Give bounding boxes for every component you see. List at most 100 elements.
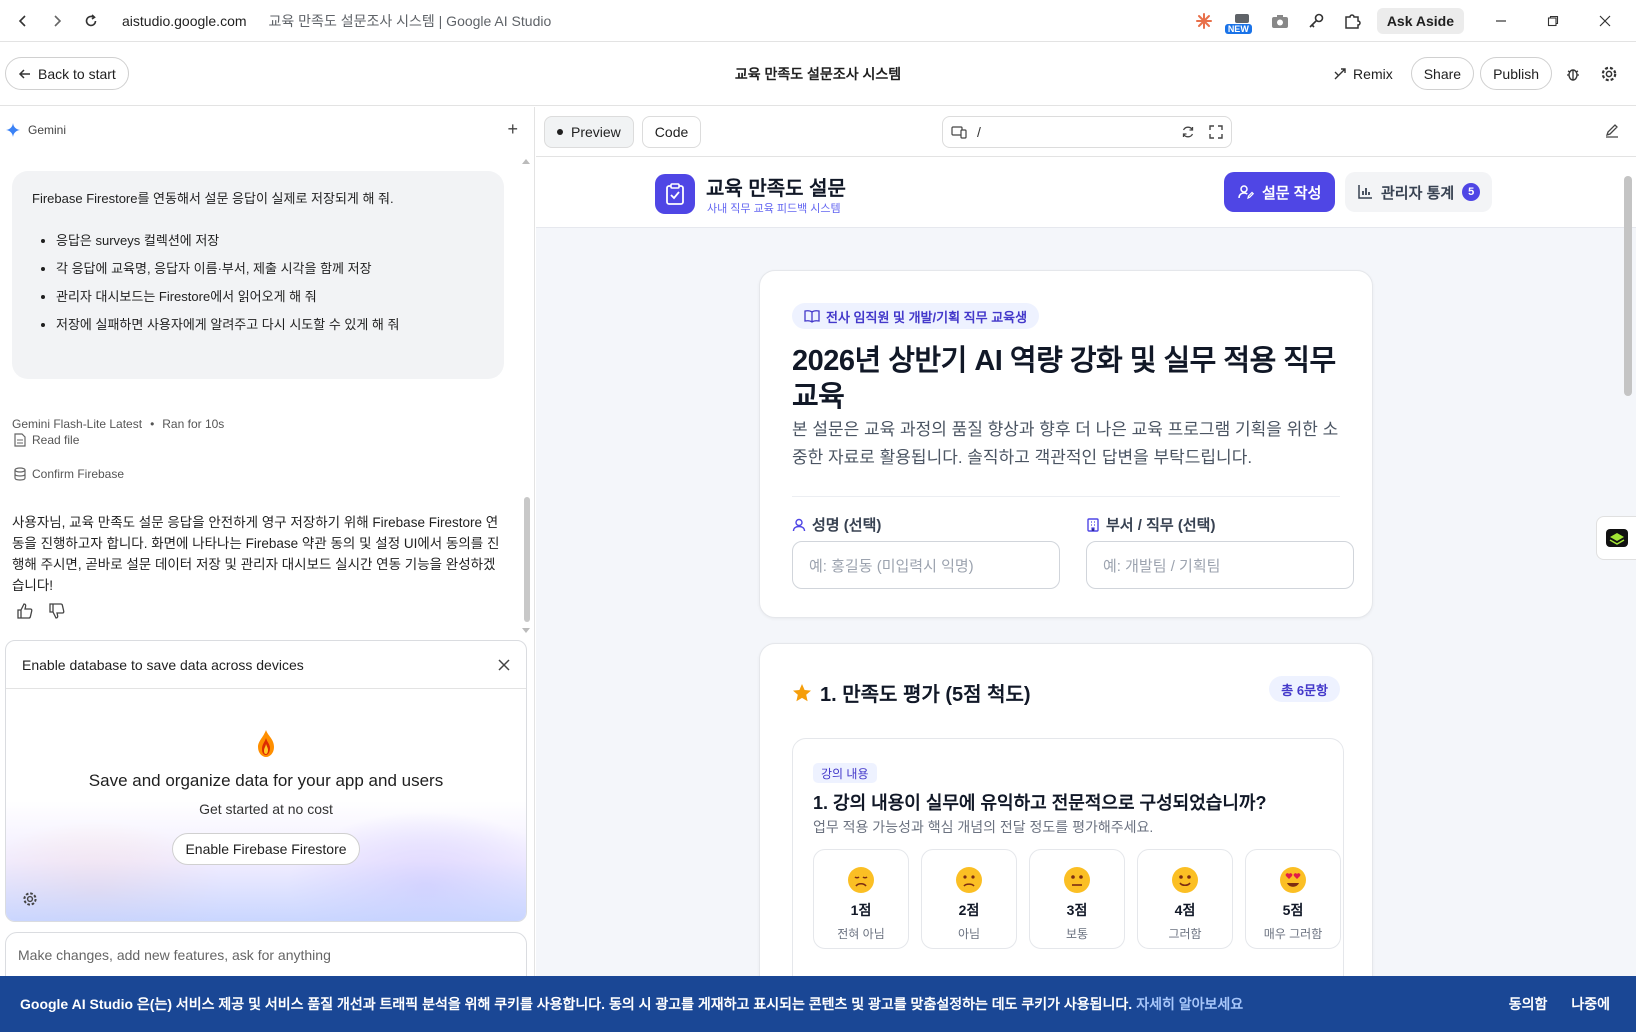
clipboard-check-icon: [655, 174, 695, 214]
rating-option-1[interactable]: 1점 전혀 아님: [813, 849, 909, 949]
rating-options: 1점 전혀 아님 2점 아님 3점 보통 4점 그러함 5점 매우 그러함: [813, 849, 1341, 949]
cookie-consent-banner: Google AI Studio 은(는) 서비스 제공 및 서비스 품질 개선…: [0, 976, 1636, 1032]
site-header: 교육 만족도 설문 사내 직무 교육 피드백 시스템 설문 작성 관리자 통계 …: [536, 158, 1636, 228]
refresh-icon[interactable]: [1181, 125, 1195, 139]
question-count-badge: 총 6문항: [1269, 676, 1340, 702]
tab-code[interactable]: Code: [641, 115, 702, 148]
app-preview-frame: 교육 만족도 설문 사내 직무 교육 피드백 시스템 설문 작성 관리자 통계 …: [536, 158, 1636, 1032]
reload-icon[interactable]: [76, 6, 106, 36]
new-chat-plus-icon[interactable]: +: [507, 119, 518, 140]
user-icon: [792, 518, 806, 531]
site-title: 교육 만족도 설문: [706, 178, 846, 200]
active-dot: [557, 128, 563, 135]
remix-button[interactable]: Remix: [1321, 66, 1405, 82]
address-bar-url[interactable]: aistudio.google.com: [122, 13, 247, 29]
question-title: 1. 강의 내용이 실무에 유익하고 전문적으로 구성되었습니까?: [813, 793, 1267, 813]
preview-url-bar[interactable]: /: [942, 116, 1232, 148]
course-description: 본 설문은 교육 과정의 품질 향상과 향후 더 나은 교육 프로그램 기획을 …: [792, 420, 1339, 467]
run-separator: •: [150, 417, 155, 431]
name-field-label: 성명 (선택): [792, 514, 881, 535]
rating-score: 2점: [958, 902, 980, 918]
firebase-flame-icon: [254, 729, 278, 759]
cookie-accept-button[interactable]: 동의함: [1509, 994, 1548, 1014]
puzzle-extension-icon[interactable]: [1337, 6, 1367, 36]
book-open-icon: [804, 310, 820, 323]
building-icon: [1087, 517, 1099, 532]
user-edit-icon: [1238, 185, 1254, 200]
rating-label: 전혀 아님: [837, 927, 885, 941]
star-icon: [793, 683, 811, 701]
preview-toolbar: Preview Code /: [536, 107, 1636, 157]
course-title: 2026년 상반기 AI 역량 강화 및 실무 적용 직무 교육: [792, 345, 1336, 413]
section-title-text: 1. 만족도 평가 (5점 척도): [820, 684, 1031, 706]
dept-field-label-text: 부서 / 직무 (선택): [1106, 517, 1216, 534]
bug-icon[interactable]: [1558, 59, 1588, 89]
rating-option-4[interactable]: 4점 그러함: [1137, 849, 1233, 949]
user-message-intro: Firebase Firestore를 연동해서 설문 응답이 실제로 저장되게…: [32, 191, 394, 206]
nav-admin-stats-button[interactable]: 관리자 통계 5: [1345, 172, 1493, 212]
ask-aside-button[interactable]: Ask Aside: [1376, 7, 1464, 34]
annotate-pencil-icon[interactable]: [1604, 122, 1620, 138]
forward-arrow-icon[interactable]: [42, 6, 72, 36]
rating-label: 그러함: [1168, 927, 1202, 941]
question-hint: 업무 적용 가능성과 핵심 개념의 전달 정도를 평가해주세요.: [813, 819, 1154, 835]
tab-preview[interactable]: Preview: [544, 115, 634, 148]
list-item: 관리자 대시보드는 Firestore에서 읽어오게 해 줘: [56, 287, 484, 307]
firebase-card-header: Enable database to save data across devi…: [6, 641, 526, 689]
gemini-sparkle-icon: [6, 122, 20, 137]
enable-firebase-firestore-button[interactable]: Enable Firebase Firestore: [172, 833, 360, 865]
thumbs-up-icon[interactable]: [16, 602, 34, 620]
restore-icon[interactable]: [1530, 6, 1576, 36]
sad-face-icon: [956, 867, 982, 893]
remix-icon: [1334, 67, 1346, 79]
nav-write-survey-button[interactable]: 설문 작성: [1224, 172, 1336, 212]
share-button[interactable]: Share: [1410, 57, 1475, 90]
user-message-bullets: 응답은 surveys 컬렉션에 저장 각 응답에 교육명, 응답자 이름·부서…: [32, 231, 484, 335]
fullscreen-icon[interactable]: [1209, 125, 1223, 139]
smile-face-icon: [1172, 867, 1198, 893]
close-icon[interactable]: [498, 658, 510, 671]
audience-tag: 전사 임직원 및 개발/기획 직무 교육생: [792, 303, 1040, 329]
rating-option-3[interactable]: 3점 보통: [1029, 849, 1125, 949]
preview-scroll-thumb[interactable]: [1624, 176, 1632, 396]
tab-preview-label: Preview: [571, 123, 621, 140]
tool-read-file[interactable]: Read file: [14, 433, 79, 447]
minimize-icon[interactable]: [1478, 6, 1524, 36]
cookie-later-button[interactable]: 나중에: [1571, 994, 1610, 1014]
publish-button[interactable]: Publish: [1480, 57, 1552, 90]
firebase-card-heading: Save and organize data for your app and …: [88, 771, 444, 790]
heart-eyes-face-icon: [1280, 867, 1306, 893]
tool-confirm-firebase[interactable]: Confirm Firebase: [14, 467, 124, 481]
back-arrow-icon[interactable]: [8, 6, 38, 36]
nav-write-survey-label: 설문 작성: [1262, 184, 1322, 202]
cookie-learn-more-link[interactable]: 자세히 알아보세요: [1136, 994, 1243, 1014]
feedback-buttons: [16, 602, 66, 620]
rating-label: 아님: [957, 927, 981, 941]
rating-option-5[interactable]: 5점 매우 그러함: [1245, 849, 1341, 949]
rating-option-2[interactable]: 2점 아님: [921, 849, 1017, 949]
settings-gear-icon[interactable]: [1594, 59, 1624, 89]
file-icon: [14, 433, 26, 447]
name-input[interactable]: 예: 홍길동 (미입력시 익명): [792, 541, 1060, 589]
camera-icon[interactable]: [1265, 6, 1295, 36]
arrow-left-icon: [18, 68, 30, 79]
preview-path: /: [977, 124, 981, 140]
settings-gear-icon[interactable]: [22, 891, 38, 907]
rating-label: 매우 그러함: [1263, 927, 1323, 941]
rating-score: 4점: [1174, 902, 1196, 918]
dept-input[interactable]: 예: 개발팀 / 기획팀: [1086, 541, 1354, 589]
list-item: 응답은 surveys 컬렉션에 저장: [56, 231, 484, 251]
thumbs-down-icon[interactable]: [48, 602, 66, 620]
chat-scroll-thumb[interactable]: [524, 497, 530, 622]
database-icon: [14, 467, 26, 481]
key-icon[interactable]: [1301, 6, 1331, 36]
floating-widget-icon[interactable]: [1596, 516, 1636, 560]
close-window-icon[interactable]: [1582, 6, 1628, 36]
divider: [792, 496, 1340, 497]
tool-confirm-firebase-label: Confirm Firebase: [32, 467, 125, 481]
extension-new-icon[interactable]: NEW: [1224, 6, 1259, 36]
bar-chart-icon: [1358, 185, 1372, 199]
list-item: 각 응답에 교육명, 응답자 이름·부서, 제출 시각을 함께 저장: [56, 259, 484, 279]
back-to-start-button[interactable]: Back to start: [5, 57, 129, 90]
claude-spark-icon[interactable]: [1189, 6, 1219, 36]
